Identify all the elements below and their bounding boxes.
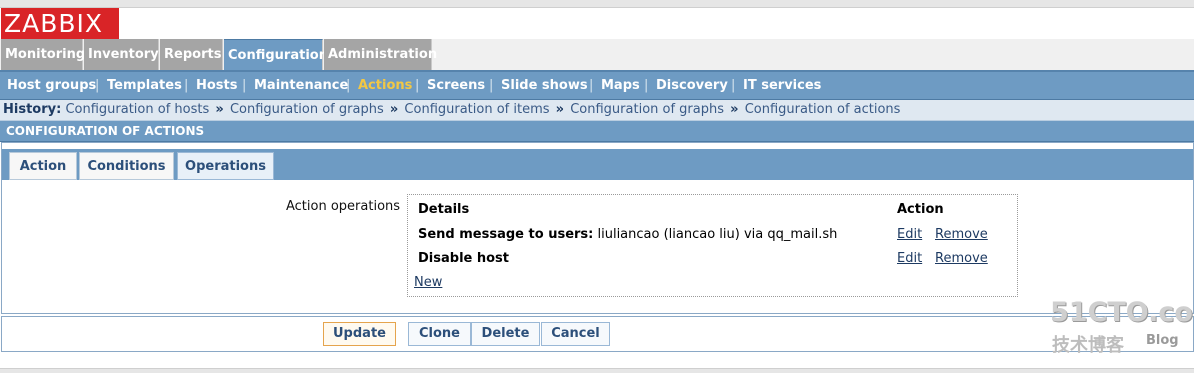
menu-separator: | bbox=[489, 78, 494, 93]
clone-button[interactable]: Clone bbox=[408, 322, 471, 346]
history-link-graphs-2[interactable]: Configuration of graphs bbox=[570, 102, 724, 117]
cancel-button[interactable]: Cancel bbox=[541, 322, 610, 346]
menu-separator: | bbox=[242, 78, 247, 93]
sub-menu-discovery[interactable]: Discovery bbox=[656, 78, 728, 93]
menu-separator: | bbox=[346, 78, 351, 93]
main-menu-monitoring[interactable]: Monitoring bbox=[1, 39, 85, 70]
tab-conditions[interactable]: Conditions bbox=[79, 152, 174, 180]
sub-menu-slide-shows[interactable]: Slide shows bbox=[501, 78, 588, 93]
action-header: Action bbox=[897, 202, 944, 217]
new-operation-link[interactable]: New bbox=[414, 275, 442, 290]
sub-menu-screens[interactable]: Screens bbox=[427, 78, 485, 93]
history-link-graphs[interactable]: Configuration of graphs bbox=[230, 102, 384, 117]
history-link-actions[interactable]: Configuration of actions bbox=[745, 102, 901, 117]
menu-separator: | bbox=[184, 78, 189, 93]
table-row: Disable host bbox=[418, 251, 509, 266]
top-strip bbox=[0, 0, 1194, 8]
breadcrumb-separator: » bbox=[389, 102, 399, 117]
zabbix-logo[interactable]: ZABBIX bbox=[1, 8, 119, 39]
sub-menu: Host groups | Templates | Hosts | Mainte… bbox=[0, 70, 1194, 100]
main-menu: Monitoring Inventory Reports Configurati… bbox=[0, 39, 1194, 70]
history-label: History: bbox=[3, 102, 62, 117]
operation-type: Disable host bbox=[418, 251, 509, 266]
menu-separator: | bbox=[731, 78, 736, 93]
breadcrumb-separator: » bbox=[730, 102, 739, 117]
tab-action[interactable]: Action bbox=[9, 152, 77, 180]
breadcrumb-separator: » bbox=[555, 102, 565, 117]
history-link-hosts[interactable]: Configuration of hosts bbox=[65, 102, 209, 117]
operations-table: Details Action Send message to users: li… bbox=[407, 194, 1018, 297]
main-menu-configuration[interactable]: Configuration bbox=[224, 39, 328, 70]
watermark-bottom: 技术博客 bbox=[1052, 335, 1124, 356]
watermark-logo: 51CTO.com 技术博客 Blog bbox=[1050, 297, 1194, 357]
edit-link[interactable]: Edit bbox=[897, 227, 922, 242]
sub-menu-host-groups[interactable]: Host groups bbox=[7, 78, 96, 93]
operation-type: Send message to users: bbox=[418, 227, 594, 242]
bottom-strip bbox=[0, 368, 1194, 373]
main-menu-inventory[interactable]: Inventory bbox=[84, 39, 159, 70]
history-link-items[interactable]: Configuration of items bbox=[404, 102, 549, 117]
action-form-panel: Action Conditions Operations Action oper… bbox=[1, 142, 1194, 314]
table-row: Send message to users: liuliancao (lianc… bbox=[418, 227, 837, 242]
action-operations-label: Action operations bbox=[286, 199, 401, 214]
sub-menu-actions[interactable]: Actions bbox=[358, 78, 412, 93]
sub-menu-templates[interactable]: Templates bbox=[107, 78, 182, 93]
form-buttons: Update Clone Delete Cancel bbox=[1, 316, 1194, 352]
delete-button[interactable]: Delete bbox=[471, 322, 540, 346]
sub-menu-hosts[interactable]: Hosts bbox=[196, 78, 238, 93]
edit-link[interactable]: Edit bbox=[897, 251, 922, 266]
main-menu-administration[interactable]: Administration bbox=[324, 39, 437, 70]
update-button[interactable]: Update bbox=[323, 322, 396, 346]
watermark-blog: Blog bbox=[1146, 333, 1179, 348]
remove-link[interactable]: Remove bbox=[935, 227, 988, 242]
remove-link[interactable]: Remove bbox=[935, 251, 988, 266]
menu-separator: | bbox=[644, 78, 649, 93]
main-menu-reports[interactable]: Reports bbox=[160, 39, 223, 70]
breadcrumb-separator: » bbox=[215, 102, 224, 117]
sub-menu-maps[interactable]: Maps bbox=[601, 78, 640, 93]
history-breadcrumb: History: Configuration of hosts » Config… bbox=[0, 100, 1194, 121]
watermark-top: 51CTO.com bbox=[1050, 297, 1194, 328]
sub-menu-maintenance[interactable]: Maintenance bbox=[254, 78, 348, 93]
operation-details: liuliancao (liancao liu) via qq_mail.sh bbox=[593, 227, 838, 242]
sub-menu-it-services[interactable]: IT services bbox=[743, 78, 821, 93]
tab-operations[interactable]: Operations bbox=[177, 152, 274, 180]
menu-separator: | bbox=[95, 78, 100, 93]
menu-separator: | bbox=[415, 78, 420, 93]
header-blank bbox=[119, 8, 1194, 39]
section-title: CONFIGURATION OF ACTIONS bbox=[0, 121, 1194, 142]
details-header: Details bbox=[418, 202, 470, 217]
form-tabs: Action Conditions Operations bbox=[2, 149, 1193, 180]
menu-separator: | bbox=[589, 78, 594, 93]
